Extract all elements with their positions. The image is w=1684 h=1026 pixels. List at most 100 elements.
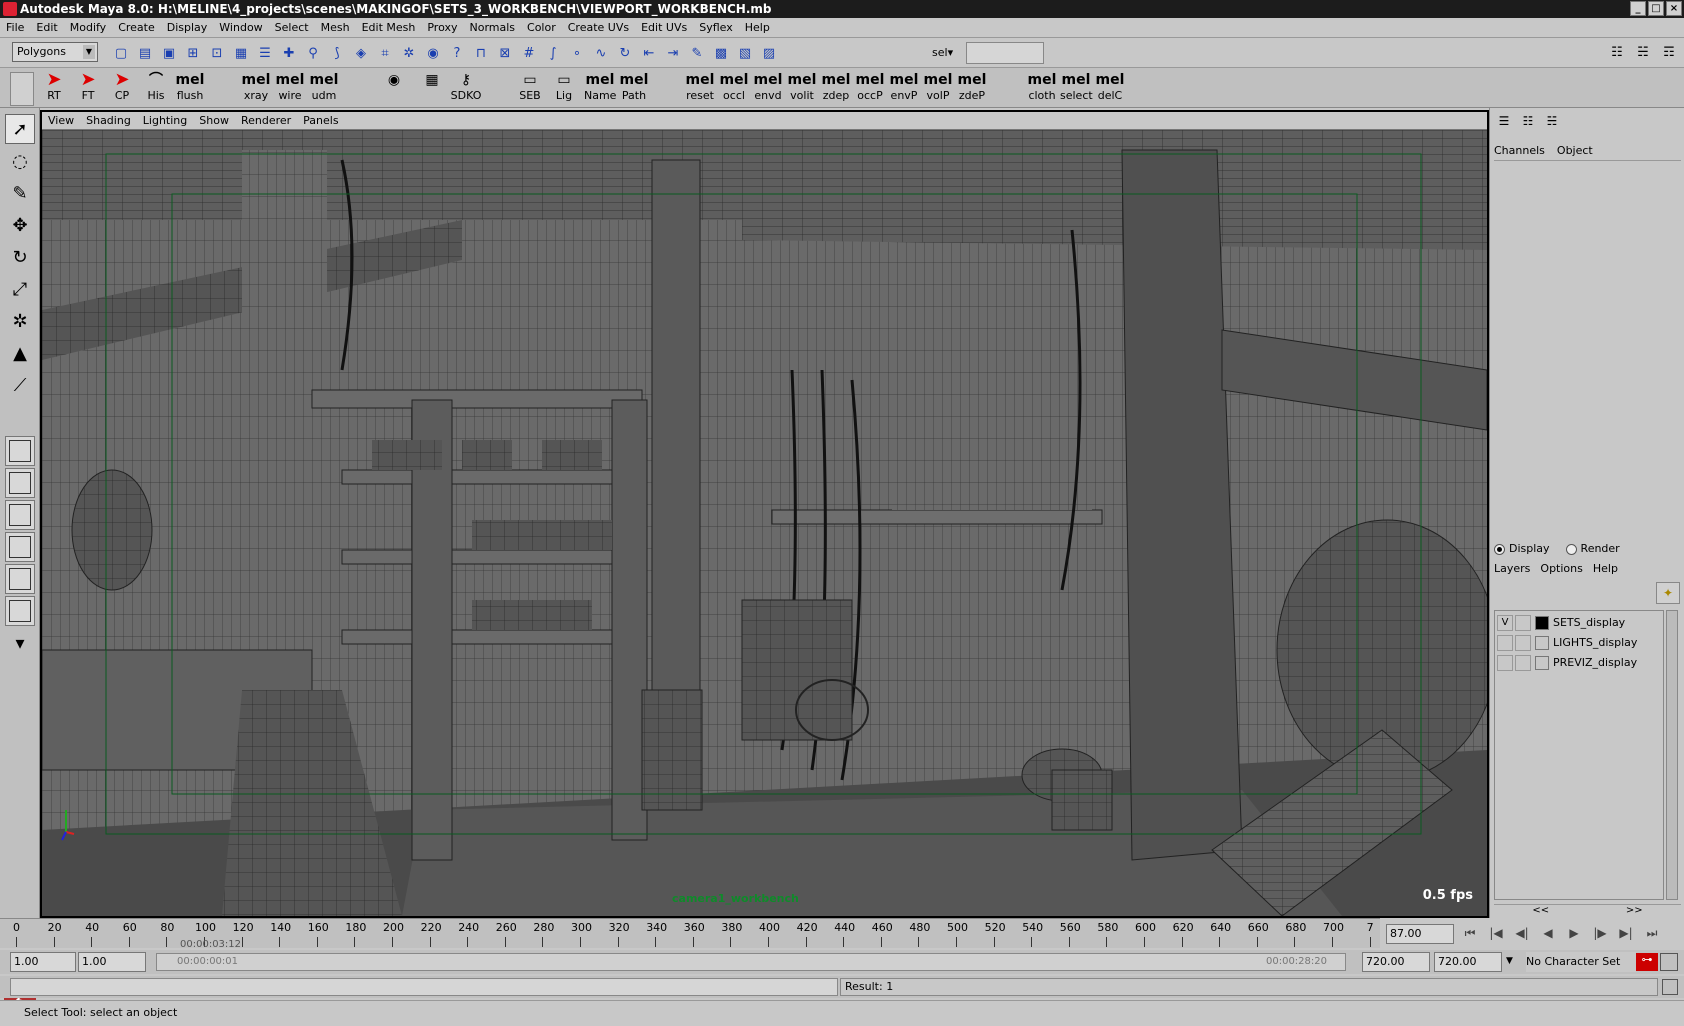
menu-syflex[interactable]: Syflex xyxy=(693,21,739,34)
playback-end-field[interactable]: 720.00 xyxy=(1362,952,1430,972)
shelf-button-volit[interactable]: mel volit xyxy=(786,71,818,105)
new-scene-icon[interactable]: ▢ xyxy=(110,42,132,64)
shelf-button-name[interactable]: mel Name xyxy=(584,71,616,105)
go-to-end-icon[interactable]: ⏭ xyxy=(1640,922,1664,944)
animation-prefs-icon[interactable] xyxy=(1660,953,1678,971)
rotate-tool-icon[interactable]: ↻ xyxy=(5,242,35,272)
joints-icon[interactable]: ⚲ xyxy=(302,42,324,64)
layer-reference-toggle[interactable] xyxy=(1515,615,1531,631)
menu-file[interactable]: File xyxy=(0,21,30,34)
play-forwards-icon[interactable]: ▶ xyxy=(1562,922,1586,944)
menu-window[interactable]: Window xyxy=(213,21,268,34)
output-ops-icon[interactable]: ⇥ xyxy=(662,42,684,64)
shelf-button-select[interactable]: mel select xyxy=(1060,71,1093,105)
shelf-button-path[interactable]: mel Path xyxy=(618,71,650,105)
dynamics-icon[interactable]: ✲ xyxy=(398,42,420,64)
deformations-icon[interactable]: ⌗ xyxy=(374,42,396,64)
menu-normals[interactable]: Normals xyxy=(463,21,521,34)
menu-create-uvs[interactable]: Create UVs xyxy=(562,21,635,34)
layer-visibility-toggle[interactable] xyxy=(1497,655,1513,671)
shelf-button-cp[interactable]: ➤ CP xyxy=(106,71,138,105)
persp-graph-layout-button[interactable] xyxy=(5,532,35,562)
shelf-button-envd[interactable]: mel envd xyxy=(752,71,784,105)
menu-edit-uvs[interactable]: Edit UVs xyxy=(635,21,693,34)
tab-channels[interactable]: Channels xyxy=(1494,144,1545,157)
menu-help[interactable]: Help xyxy=(739,21,776,34)
layer-visibility-toggle[interactable] xyxy=(1497,635,1513,651)
quick-selection-field[interactable] xyxy=(966,42,1044,64)
shelf-button-tool-8[interactable]: ◉ xyxy=(378,71,410,105)
misc-icon[interactable]: ? xyxy=(446,42,468,64)
shelf-button-zdep[interactable]: mel zdep xyxy=(820,71,852,105)
select-tool-icon[interactable]: ➚ xyxy=(5,114,35,144)
render-settings-icon[interactable]: ▨ xyxy=(758,42,780,64)
minimize-button[interactable]: _ xyxy=(1630,1,1646,16)
character-set-menu[interactable]: No Character Set xyxy=(1526,952,1636,972)
step-back-key-icon[interactable]: |◀ xyxy=(1484,922,1508,944)
single-perspective-layout-button[interactable] xyxy=(5,436,35,466)
open-scene-icon[interactable]: ▤ xyxy=(134,42,156,64)
maximize-button[interactable]: □ xyxy=(1648,1,1664,16)
layer-visibility-toggle[interactable]: V xyxy=(1497,615,1513,631)
menu-modify[interactable]: Modify xyxy=(64,21,112,34)
channel-layer-icon[interactable]: ☵ xyxy=(1542,114,1562,132)
time-slider[interactable]: 0 20 40 60 80 100 120 140 160 180 200 220 240 260 280 3… xyxy=(0,918,1380,950)
layer-reference-toggle[interactable] xyxy=(1515,635,1531,651)
create-layer-icon[interactable]: ✦ xyxy=(1656,582,1680,604)
tool-settings-toggle-icon[interactable]: ☵ xyxy=(1632,42,1654,64)
select-hierarchy-icon[interactable]: ⊞ xyxy=(182,42,204,64)
shelf-button-tool-9[interactable]: ▦ xyxy=(416,71,448,105)
panel-menu-view[interactable]: View xyxy=(42,114,80,127)
layout-menu-chevron-icon[interactable]: ▾ xyxy=(5,628,35,658)
curves-icon[interactable]: ⟆ xyxy=(326,42,348,64)
menu-display[interactable]: Display xyxy=(161,21,214,34)
layer-color-swatch[interactable] xyxy=(1535,616,1549,630)
panel-menu-shading[interactable]: Shading xyxy=(80,114,137,127)
script-editor-icon[interactable] xyxy=(1662,979,1678,995)
layer-reference-toggle[interactable] xyxy=(1515,655,1531,671)
layer-color-swatch[interactable] xyxy=(1535,636,1549,650)
snap-curve-icon[interactable]: ∫ xyxy=(542,42,564,64)
shelf-button-volp[interactable]: mel volP xyxy=(922,71,954,105)
scroll-right-button[interactable]: >> xyxy=(1626,905,1643,916)
layer-list-scrollbar[interactable] xyxy=(1666,610,1678,900)
display-radio[interactable]: Display xyxy=(1494,542,1550,555)
play-backwards-icon[interactable]: ◀ xyxy=(1536,922,1560,944)
save-scene-icon[interactable]: ▣ xyxy=(158,42,180,64)
current-frame-field[interactable]: 87.00 xyxy=(1386,924,1454,944)
snap-grid-icon[interactable]: # xyxy=(518,42,540,64)
perspective-viewport[interactable]: View Shading Lighting Show Renderer Pane… xyxy=(40,110,1489,918)
layer-row[interactable]: PREVIZ_display xyxy=(1495,653,1663,673)
shelf-button-ft[interactable]: ➤ FT xyxy=(72,71,104,105)
channel-box-icon[interactable]: ☰ xyxy=(1494,114,1514,132)
mask-menu-icon[interactable]: ☰ xyxy=(254,42,276,64)
surfaces-icon[interactable]: ◈ xyxy=(350,42,372,64)
lock-selection-icon[interactable]: ⊓ xyxy=(470,42,492,64)
close-button[interactable]: × xyxy=(1666,1,1682,16)
menu-select[interactable]: Select xyxy=(269,21,315,34)
four-view-layout-button[interactable] xyxy=(5,468,35,498)
animation-end-field[interactable]: 720.00 xyxy=(1434,952,1502,972)
select-component-icon[interactable]: ▦ xyxy=(230,42,252,64)
rendering-icon[interactable]: ◉ xyxy=(422,42,444,64)
scene-render[interactable]: camera1_workbench 0.5 fps xyxy=(42,130,1487,916)
construction-history-icon[interactable]: ✎ xyxy=(686,42,708,64)
menu-proxy[interactable]: Proxy xyxy=(421,21,463,34)
snap-point-icon[interactable]: ∘ xyxy=(566,42,588,64)
channel-box-toggle-icon[interactable]: ☶ xyxy=(1658,42,1680,64)
snap-view-plane-icon[interactable]: ∿ xyxy=(590,42,612,64)
shelf-button-envp[interactable]: mel envP xyxy=(888,71,920,105)
input-ops-icon[interactable]: ⇤ xyxy=(638,42,660,64)
attribute-editor-toggle-icon[interactable]: ☷ xyxy=(1606,42,1628,64)
menu-create[interactable]: Create xyxy=(112,21,161,34)
layer-color-swatch[interactable] xyxy=(1535,656,1549,670)
shelf-button-cloth[interactable]: mel cloth xyxy=(1026,71,1058,105)
step-forward-frame-icon[interactable]: |▶ xyxy=(1588,922,1612,944)
shelf-menu-handle[interactable] xyxy=(10,72,34,106)
layer-row[interactable]: V SETS_display xyxy=(1495,613,1663,633)
step-back-frame-icon[interactable]: ◀| xyxy=(1510,922,1534,944)
scale-tool-icon[interactable]: ⤢ xyxy=(5,274,35,304)
animation-start-field[interactable]: 1.00 xyxy=(10,952,76,972)
layer-row[interactable]: LIGHTS_display xyxy=(1495,633,1663,653)
menu-edit-mesh[interactable]: Edit Mesh xyxy=(356,21,422,34)
